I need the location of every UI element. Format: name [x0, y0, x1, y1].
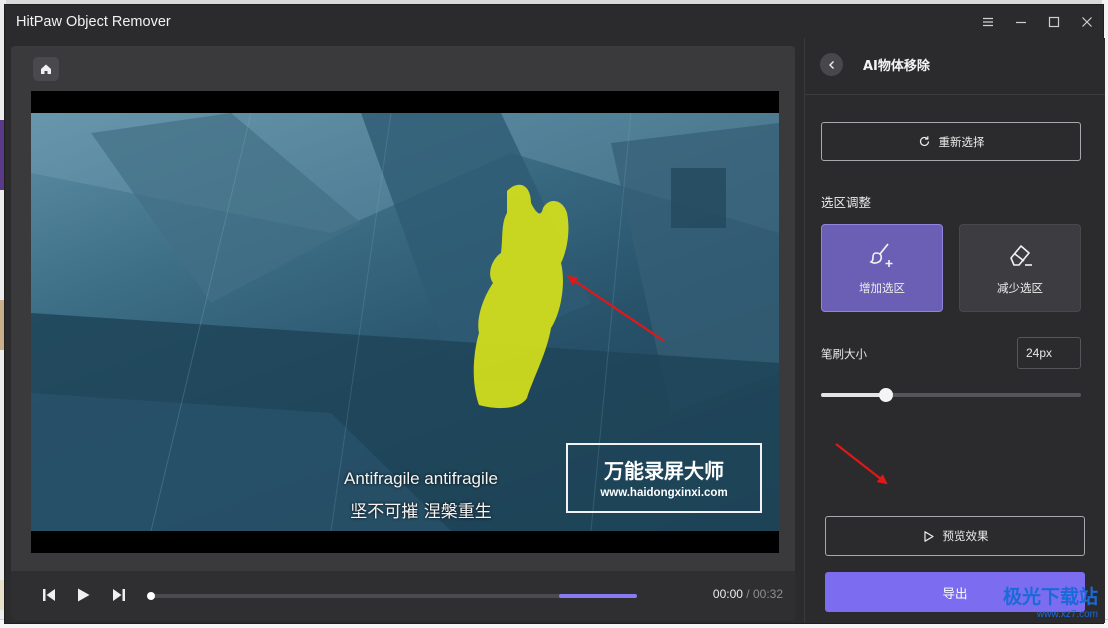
- add-selection-tool[interactable]: 增加选区: [821, 224, 943, 312]
- play-button[interactable]: [73, 585, 93, 605]
- app-window: HitPaw Object Remover Antifragile antifr…: [4, 4, 1105, 624]
- video-frame: Antifragile antifragile 坚不可摧 涅槃重生 万能录屏大师…: [31, 113, 779, 531]
- prev-frame-button[interactable]: [39, 585, 59, 605]
- video-watermark-url: www.haidongxinxi.com: [600, 487, 728, 499]
- brush-size-input[interactable]: 24px: [1017, 337, 1081, 369]
- eraser-minus-icon: [1010, 245, 1032, 266]
- refresh-icon: [919, 136, 929, 147]
- preview-label: 预览效果: [942, 529, 989, 543]
- video-preview[interactable]: Antifragile antifragile 坚不可摧 涅槃重生 万能录屏大师…: [31, 91, 779, 553]
- panel-header: AI物体移除: [805, 38, 1105, 95]
- site-watermark-name: 极光下载站: [1002, 586, 1098, 608]
- brush-size-slider-thumb[interactable]: [879, 388, 893, 402]
- play-icon: [78, 588, 90, 602]
- tool-panel: AI物体移除 重新选择 选区调整 增加选区 减少选区 笔刷大小 24px 预览效…: [804, 38, 1105, 623]
- video-watermark-title: 万能录屏大师: [604, 459, 724, 483]
- maximize-icon[interactable]: [1037, 5, 1070, 38]
- back-chevron-icon: [828, 60, 834, 69]
- video-watermark: 万能录屏大师 www.haidongxinxi.com: [566, 443, 762, 513]
- time-display: 00:00 / 00:32: [713, 587, 783, 601]
- minimize-icon[interactable]: [1004, 5, 1037, 38]
- timeline-selection-segment[interactable]: [559, 594, 637, 598]
- panel-title: AI物体移除: [863, 59, 930, 74]
- app-title: HitPaw Object Remover: [16, 13, 171, 30]
- next-frame-icon: [113, 589, 125, 601]
- title-bar: HitPaw Object Remover: [5, 5, 1103, 38]
- brush-size-slider[interactable]: [821, 388, 1081, 402]
- reduce-selection-label: 减少选区: [997, 281, 1043, 295]
- playback-controls: 00:00 / 00:32: [11, 571, 795, 621]
- brush-size-slider-fill: [821, 393, 886, 397]
- back-button[interactable]: [820, 53, 843, 76]
- time-separator: /: [746, 587, 750, 601]
- menu-icon[interactable]: [971, 5, 1004, 38]
- reselect-button[interactable]: 重新选择: [821, 122, 1081, 161]
- home-icon: [41, 64, 51, 74]
- site-watermark: 极光下载站 www.xz7.com: [1003, 582, 1098, 620]
- add-selection-label: 增加选区: [859, 281, 905, 295]
- selection-section-title: 选区调整: [821, 195, 872, 210]
- preview-button[interactable]: 预览效果: [825, 516, 1085, 556]
- timeline-playhead[interactable]: [147, 592, 155, 600]
- editor-panel: Antifragile antifragile 坚不可摧 涅槃重生 万能录屏大师…: [11, 46, 795, 621]
- play-outline-icon: [923, 530, 934, 542]
- close-icon[interactable]: [1070, 5, 1103, 38]
- export-label: 导出: [942, 585, 968, 601]
- reselect-label: 重新选择: [938, 134, 985, 149]
- brush-size-label: 笔刷大小: [821, 347, 867, 361]
- video-caption-chinese: 坚不可摧 涅槃重生: [350, 502, 492, 522]
- prev-frame-icon: [43, 589, 55, 601]
- timeline-track[interactable]: [147, 592, 637, 600]
- home-button[interactable]: [33, 57, 59, 81]
- window-controls: [971, 5, 1103, 38]
- brush-plus-icon: [869, 243, 893, 267]
- site-watermark-url: www.xz7.com: [1036, 609, 1098, 620]
- total-duration: 00:32: [752, 587, 783, 601]
- reduce-selection-tool[interactable]: 减少选区: [959, 224, 1081, 312]
- next-frame-button[interactable]: [109, 585, 129, 605]
- current-time: 00:00: [712, 587, 743, 601]
- video-caption-english: Antifragile antifragile: [343, 469, 499, 488]
